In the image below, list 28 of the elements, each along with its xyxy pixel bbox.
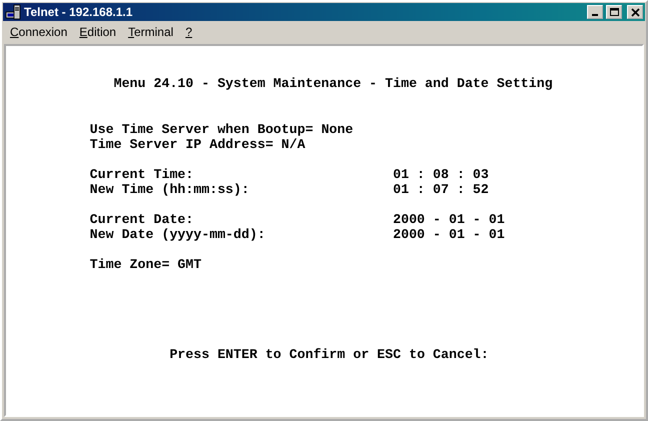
field-value: 01 : 07 : 52 [392,182,489,197]
field-label: Use Time Server when Bootup= [90,122,314,137]
field-label: Time Zone= [90,257,170,272]
field-value: 01 : 08 : 03 [392,167,489,182]
confirm-prompt: Press ENTER to Confirm or ESC to Cancel: [170,347,489,362]
menu-item[interactable]: Terminal [122,23,180,41]
close-icon [630,8,640,16]
field-value: None [321,122,354,137]
menu-item[interactable]: Connexion [4,23,74,41]
computer-icon [5,4,21,20]
minimize-icon [592,14,598,16]
window-title: Telnet - 192.168.1.1 [24,4,133,21]
field-label: Current Date: [90,212,195,227]
menu-item[interactable]: Edition [73,23,122,41]
field-value: 2000 - 01 - 01 [392,212,505,227]
field-label: New Date (yyyy-mm-dd): [90,227,266,242]
maximize-button[interactable] [606,5,622,19]
field-label: New Time (hh:mm:ss): [90,182,250,197]
minimize-button[interactable] [587,5,603,19]
field-value: GMT [178,257,202,272]
field-label: Current Time: [90,167,195,182]
field-value: 2000 - 01 - 01 [392,227,505,242]
menu-item[interactable]: ? [179,23,198,41]
field-label: Time Server IP Address= [90,137,274,152]
field-value: N/A [281,137,306,152]
screen-heading: Menu 24.10 - System Maintenance - Time and Date Setting [114,76,553,91]
close-button[interactable] [627,5,643,19]
maximize-icon [610,8,618,16]
